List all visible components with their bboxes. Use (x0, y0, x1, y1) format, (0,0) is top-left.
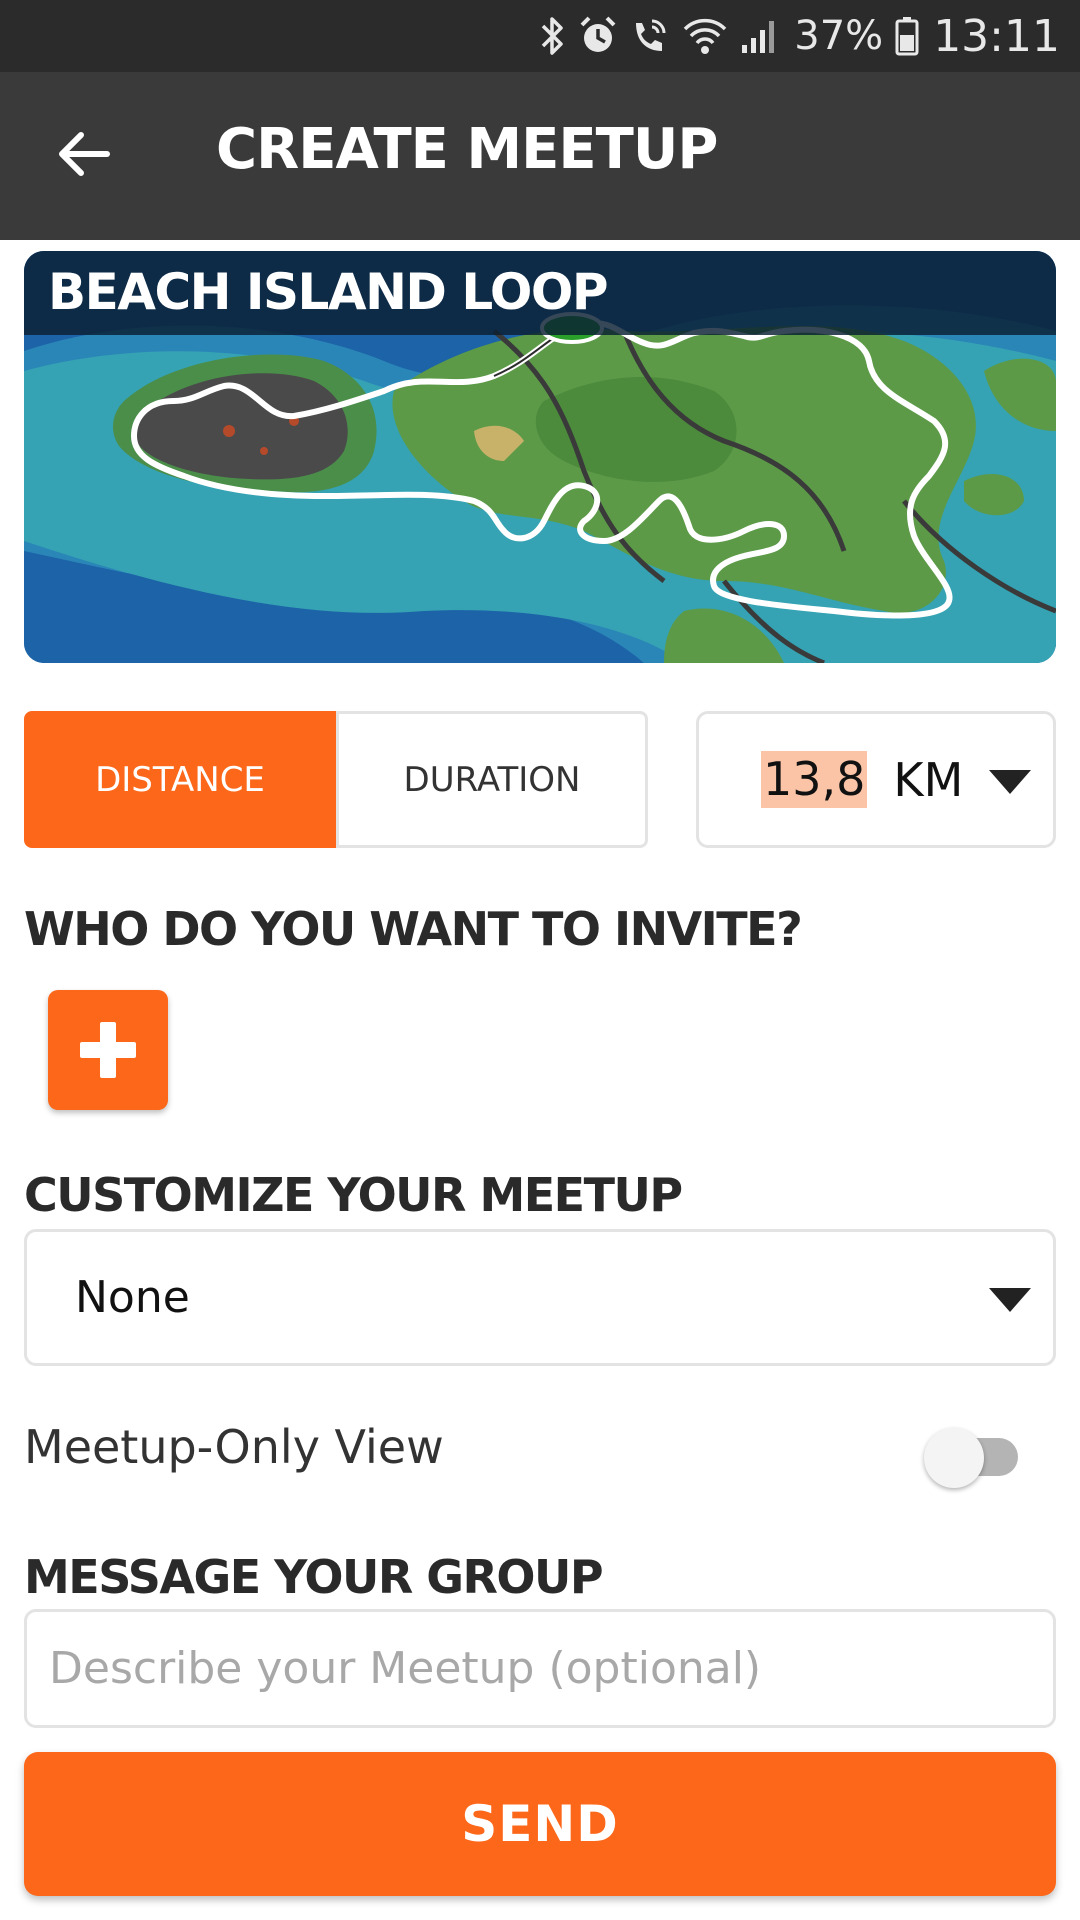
battery-icon (895, 15, 919, 57)
wifi-calling-icon (630, 15, 670, 57)
distance-unit: KM (893, 752, 964, 807)
customize-value: None (75, 1272, 190, 1323)
message-input[interactable] (24, 1609, 1056, 1728)
message-heading: MESSAGE YOUR GROUP (24, 1550, 604, 1604)
mode-toggle: DISTANCE DURATION (24, 711, 648, 848)
chevron-down-icon (989, 1288, 1031, 1312)
customize-dropdown[interactable]: None (24, 1229, 1056, 1366)
page-title: CREATE MEETUP (216, 117, 718, 182)
send-button[interactable]: SEND (24, 1752, 1056, 1896)
invite-heading: WHO DO YOU WANT TO INVITE? (24, 902, 803, 956)
plus-icon (80, 1022, 136, 1078)
bluetooth-icon (540, 15, 566, 57)
toggle-thumb (924, 1428, 984, 1488)
customize-heading: CUSTOMIZE YOUR MEETUP (24, 1168, 683, 1222)
status-clock: 13:11 (933, 10, 1060, 62)
status-bar: 37% 13:11 (0, 0, 1080, 72)
signal-icon (740, 15, 780, 57)
alarm-icon (578, 15, 618, 57)
chevron-down-icon (989, 770, 1031, 794)
arrow-left-icon (57, 130, 111, 183)
duration-tab[interactable]: DURATION (336, 711, 648, 848)
wifi-icon (682, 15, 728, 57)
distance-dropdown[interactable]: 13,8 KM (696, 711, 1056, 848)
distance-value: 13,8 (761, 751, 868, 808)
app-bar: CREATE MEETUP (0, 72, 1080, 240)
battery-percentage: 37% (794, 13, 884, 59)
distance-tab[interactable]: DISTANCE (24, 711, 336, 848)
route-name: BEACH ISLAND LOOP (48, 263, 609, 321)
add-invitee-button[interactable] (48, 990, 168, 1110)
meetup-only-view-label: Meetup-Only View (24, 1420, 444, 1474)
route-map-card[interactable]: BEACH ISLAND LOOP (24, 251, 1056, 663)
back-button[interactable] (44, 116, 124, 196)
meetup-only-view-toggle[interactable] (924, 1422, 1024, 1488)
